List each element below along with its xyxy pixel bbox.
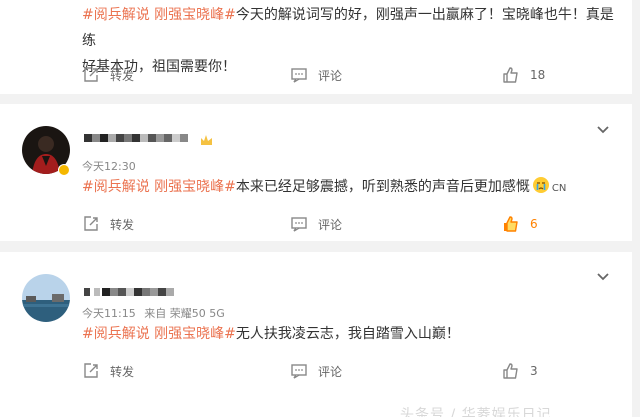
chevron-down-icon[interactable] (596, 125, 610, 135)
repost-icon (84, 67, 98, 82)
action-bar: 转发 评论 6 (82, 213, 632, 235)
avatar-image (22, 274, 70, 322)
comment-text: #阅兵解说 刚强宝晓峰#无人扶我凌云志，我自踏雪入山巅！ (82, 326, 460, 342)
like-count: 3 (530, 364, 538, 378)
device-source: 来自 荣耀50 5G (144, 307, 225, 320)
topic-tag[interactable]: #阅兵解说 刚强宝晓峰# (82, 326, 236, 342)
comment-icon (291, 217, 307, 232)
comment-text: #阅兵解说 刚强宝晓峰#本来已经足够震撼，听到熟悉的声音后更加感慨 CN (82, 174, 622, 202)
like-icon (504, 216, 518, 232)
comment-button[interactable]: 评论 (290, 360, 342, 382)
fan-badge-icon (201, 135, 212, 145)
avatar[interactable] (22, 274, 70, 322)
like-count: 6 (530, 217, 538, 231)
like-icon (503, 67, 518, 83)
comment-card-3: 今天11:15 来自 荣耀50 5G #阅兵解说 刚强宝晓峰#无人扶我凌云志，我… (0, 252, 632, 417)
comment-button[interactable]: 评论 (290, 64, 342, 86)
comment-card-1: #阅兵解说 刚强宝晓峰#今天的解说词写的好，刚强声一出赢麻了！宝晓峰也牛！真是练… (0, 0, 632, 94)
post-meta: 今天11:15 来自 荣耀50 5G (82, 305, 225, 321)
repost-button[interactable]: 转发 (82, 213, 134, 235)
comment-button[interactable]: 评论 (290, 213, 342, 235)
verified-badge (58, 164, 70, 176)
chevron-down-icon[interactable] (596, 272, 610, 282)
watermark: 头条号 / 华菱娱乐日记 (400, 407, 552, 417)
comment-card-2: 今天12:30 #阅兵解说 刚强宝晓峰#本来已经足够震撼，听到熟悉的声音后更加感… (0, 104, 632, 241)
like-icon (503, 363, 518, 379)
timestamp: 今天11:15 (82, 307, 136, 320)
action-bar: 转发 评论 18 (82, 64, 632, 86)
crying-emoji-icon (532, 177, 549, 193)
timestamp: 今天12:30 (82, 160, 136, 173)
like-button[interactable]: 3 (502, 360, 538, 382)
username-pixelated[interactable] (84, 285, 180, 299)
repost-icon (84, 363, 98, 378)
repost-button[interactable]: 转发 (82, 64, 134, 86)
region-label: CN (551, 183, 567, 194)
repost-button[interactable]: 转发 (82, 360, 134, 382)
username-pixelated[interactable] (84, 132, 194, 146)
comment-icon (291, 364, 307, 379)
repost-icon (84, 216, 98, 231)
like-button[interactable]: 18 (502, 64, 545, 86)
like-count: 18 (530, 68, 546, 82)
action-bar: 转发 评论 3 (82, 360, 632, 382)
comment-icon (291, 68, 307, 83)
like-button[interactable]: 6 (502, 213, 538, 235)
topic-tag[interactable]: #阅兵解说 刚强宝晓峰# (82, 179, 236, 195)
topic-tag[interactable]: #阅兵解说 刚强宝晓峰# (82, 7, 236, 23)
